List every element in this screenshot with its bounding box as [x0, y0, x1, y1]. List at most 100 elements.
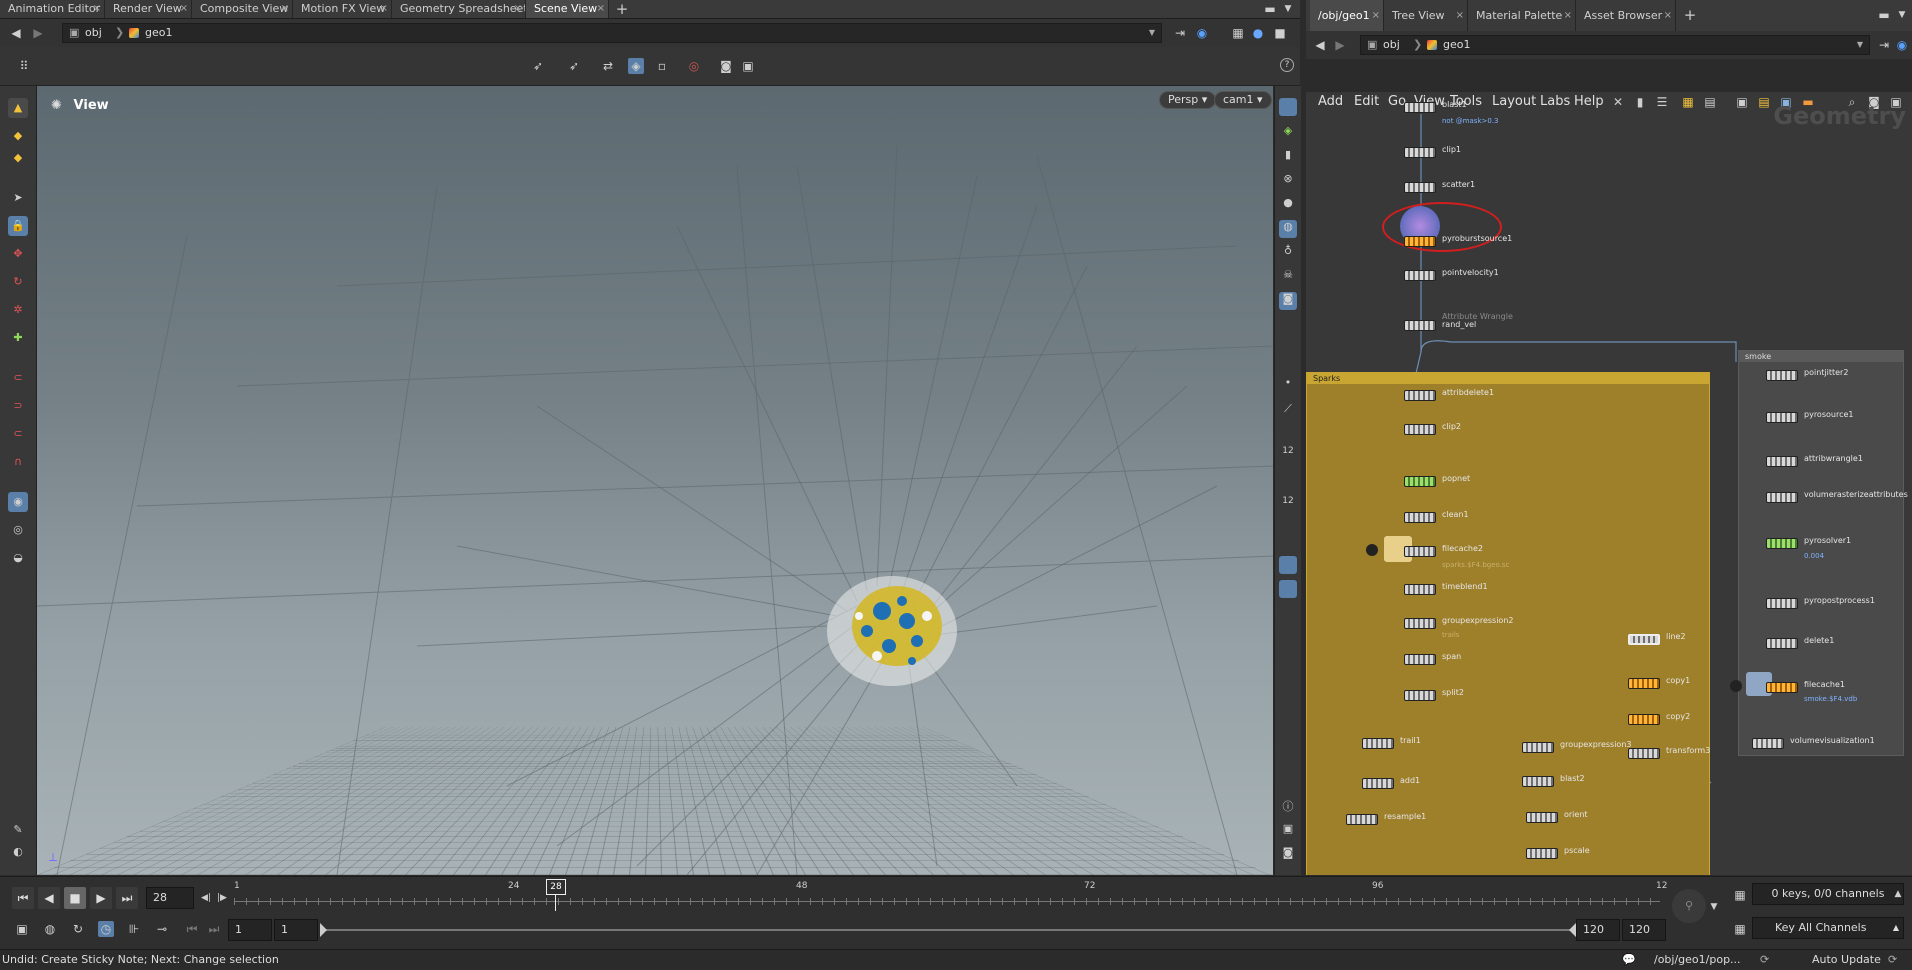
- light-icon[interactable]: ◍: [1279, 220, 1297, 238]
- tab-material-palette[interactable]: Material Palette ×: [1468, 0, 1576, 31]
- pane-menu-icon[interactable]: ▬: [1262, 1, 1278, 17]
- audio-icon[interactable]: ◍: [42, 921, 58, 937]
- close-icon[interactable]: ×: [180, 0, 188, 18]
- info-icon[interactable]: ⓘ: [1279, 798, 1297, 816]
- point-icon[interactable]: •: [1279, 376, 1297, 394]
- normal-icon[interactable]: ⟋: [1279, 402, 1297, 420]
- node-transform3[interactable]: [1628, 748, 1660, 759]
- play-reverse-icon[interactable]: ◀: [38, 887, 60, 909]
- path-root[interactable]: obj: [85, 24, 102, 42]
- range-handle-left[interactable]: [320, 923, 327, 937]
- timer-icon[interactable]: ◷: [98, 921, 114, 937]
- close-icon[interactable]: ×: [514, 0, 522, 18]
- back-arrow-icon[interactable]: ◀: [8, 25, 24, 41]
- pin-icon[interactable]: ⇥: [1876, 37, 1892, 53]
- brush-icon[interactable]: ✎: [8, 820, 28, 840]
- node-pyroburstsource1[interactable]: [1404, 236, 1436, 247]
- node-add1[interactable]: [1362, 778, 1394, 789]
- display-icon[interactable]: [1279, 98, 1297, 116]
- lock-icon[interactable]: ▮: [1279, 148, 1297, 166]
- node-split2[interactable]: [1404, 690, 1436, 701]
- close-icon[interactable]: ×: [1564, 0, 1572, 31]
- pin-icon[interactable]: ⇥: [1172, 25, 1188, 41]
- camera-tool-icon[interactable]: ◎: [8, 520, 28, 540]
- update-icon[interactable]: ⟳: [1888, 950, 1897, 970]
- node-groupexpression2[interactable]: [1404, 618, 1436, 629]
- audio-knob-icon[interactable]: ⚲: [1672, 889, 1706, 923]
- next-key-icon[interactable]: ⏭: [206, 921, 222, 937]
- update-mode[interactable]: Auto Update: [1812, 950, 1881, 970]
- link-icon[interactable]: ◉: [1894, 37, 1910, 53]
- node-clip1[interactable]: [1404, 147, 1436, 158]
- node-timeblend1[interactable]: [1404, 584, 1436, 595]
- tab-render-view[interactable]: Render View ×: [105, 0, 192, 18]
- wireframe-icon[interactable]: ◈: [1279, 124, 1297, 142]
- timeline-ruler[interactable]: 1 24 48 72 96 12 28: [234, 879, 1667, 911]
- magnet-icon[interactable]: ⊂: [8, 424, 28, 444]
- close-icon[interactable]: ×: [1664, 0, 1672, 31]
- close-icon[interactable]: ×: [1456, 0, 1464, 31]
- node-blast2[interactable]: [1522, 776, 1554, 787]
- pane-arrow-icon[interactable]: ▼: [1894, 7, 1910, 23]
- bypass-icon[interactable]: [1730, 680, 1742, 692]
- rotate-tool-icon[interactable]: ↻: [8, 272, 28, 292]
- tab-network[interactable]: /obj/geo1 ×: [1310, 0, 1384, 31]
- snap-icon[interactable]: ◈: [628, 58, 644, 74]
- node-orient[interactable]: [1526, 812, 1558, 823]
- transform-tool-icon[interactable]: ✥: [8, 244, 28, 264]
- node-clean1[interactable]: [1404, 512, 1436, 523]
- path-field[interactable]: ▣ obj ❯ geo1 ▼: [62, 23, 1162, 43]
- magnet-icon[interactable]: ⊂: [8, 368, 28, 388]
- key-icon[interactable]: ▦: [1732, 921, 1748, 937]
- node-filecache2[interactable]: [1404, 546, 1436, 557]
- close-icon[interactable]: ×: [597, 0, 605, 18]
- number-icon[interactable]: 12: [1279, 446, 1297, 464]
- tab-asset-browser[interactable]: Asset Browser ×: [1576, 0, 1676, 31]
- bowl-icon[interactable]: ◒: [8, 548, 28, 568]
- camera-icon[interactable]: ◙: [718, 58, 734, 74]
- node-pyrosource1[interactable]: [1766, 412, 1798, 423]
- render-icon[interactable]: ◎: [686, 58, 702, 74]
- close-icon[interactable]: ⊗: [1279, 172, 1297, 190]
- slider-icon[interactable]: ⊸: [154, 921, 170, 937]
- node-volumerasterizeattributes[interactable]: [1766, 492, 1798, 503]
- camera-mode-dropdown[interactable]: Persp ▾: [1159, 91, 1217, 109]
- skull-icon[interactable]: ☠: [1279, 268, 1297, 286]
- tab-composite-view[interactable]: Composite View ×: [192, 0, 293, 18]
- step-back-icon[interactable]: ◀|: [198, 890, 214, 906]
- tab-geometry-spreadsheet[interactable]: Geometry Spreadsheet ×: [392, 0, 526, 18]
- node-delete1[interactable]: [1766, 638, 1798, 649]
- close-icon[interactable]: ×: [380, 0, 388, 18]
- refresh-icon[interactable]: ⟳: [1760, 950, 1769, 970]
- lock-icon[interactable]: 🔒: [8, 216, 28, 236]
- close-icon[interactable]: ×: [1372, 0, 1380, 31]
- range-slider[interactable]: [320, 923, 1576, 937]
- node-resample1[interactable]: [1346, 814, 1378, 825]
- node-pointvelocity1[interactable]: [1404, 270, 1436, 281]
- node-pscale[interactable]: [1526, 848, 1558, 859]
- range-start2-field[interactable]: 1: [274, 919, 318, 941]
- node-groupexpression3[interactable]: [1522, 742, 1554, 753]
- realtime-icon[interactable]: ▣: [14, 921, 30, 937]
- scale-tool-icon[interactable]: ✲: [8, 300, 28, 320]
- grid-dots-icon[interactable]: ⠿: [16, 58, 32, 74]
- add-tab-icon[interactable]: +: [1682, 7, 1698, 23]
- tab-animation-editor[interactable]: Animation Editor ×: [0, 0, 105, 18]
- range-start-field[interactable]: 1: [228, 919, 272, 941]
- keyframe-icon[interactable]: ⊪: [126, 921, 142, 937]
- paint-tool-icon[interactable]: ◆: [8, 148, 28, 168]
- close-icon[interactable]: ×: [281, 0, 289, 18]
- view-tool-icon[interactable]: ◉: [8, 492, 28, 512]
- palette-icon[interactable]: ◐: [8, 842, 28, 862]
- chevron-down-icon[interactable]: ▼: [1706, 899, 1722, 915]
- path-node[interactable]: geo1: [145, 24, 172, 42]
- handle-tool-icon[interactable]: ◆: [8, 126, 28, 146]
- number-icon[interactable]: 12: [1279, 496, 1297, 514]
- close-icon[interactable]: ×: [93, 0, 101, 18]
- node-filecache1[interactable]: [1766, 682, 1798, 693]
- select-tool-icon[interactable]: ➤: [8, 188, 28, 208]
- bulb-icon[interactable]: ♁: [1279, 244, 1297, 262]
- node-trail1[interactable]: [1362, 738, 1394, 749]
- snapshot-icon[interactable]: ▣: [740, 58, 756, 74]
- tab-scene-view[interactable]: Scene View ×: [526, 0, 609, 18]
